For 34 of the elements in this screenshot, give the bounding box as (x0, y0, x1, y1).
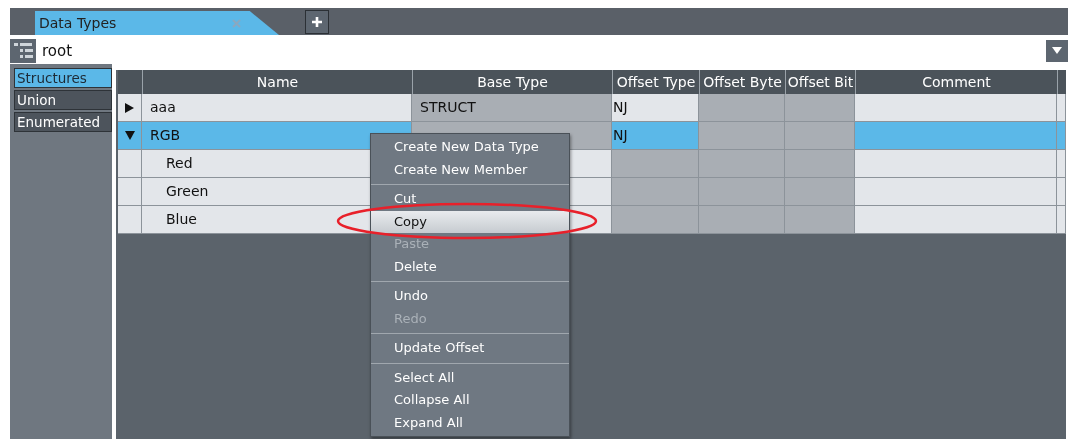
row-header-cell[interactable] (118, 150, 142, 178)
expand-arrow-icon[interactable] (125, 102, 134, 113)
plus-icon (311, 16, 323, 28)
menu-item[interactable]: Undo (371, 285, 569, 308)
path-value: root (42, 41, 74, 60)
table-cell (1057, 150, 1066, 178)
table-cell (1057, 122, 1066, 150)
caret-icon (1052, 47, 1062, 54)
menu-item[interactable]: Delete (371, 255, 569, 278)
menu-item[interactable]: Select All (371, 366, 569, 389)
menu-item[interactable]: Update Offset (371, 337, 569, 360)
table-cell: NJ (612, 94, 699, 122)
table-cell: NJ (612, 122, 699, 150)
table-cell (1057, 178, 1066, 206)
dropdown-button[interactable] (1046, 39, 1068, 62)
category-tab[interactable]: Structures (14, 68, 112, 88)
path-field[interactable]: root (10, 37, 1068, 64)
menu-item[interactable]: Copy (371, 210, 569, 233)
table-cell (1057, 94, 1066, 122)
row-header-cell[interactable] (118, 206, 142, 234)
table-cell: aaa (142, 94, 412, 122)
document-tab[interactable]: Data Types (35, 11, 279, 35)
menu-item[interactable]: Collapse All (371, 389, 569, 412)
category-tab[interactable]: Union (14, 90, 112, 110)
table-cell (1057, 206, 1066, 234)
row-header-cell[interactable] (118, 94, 142, 122)
row-header-cell[interactable] (118, 122, 142, 150)
menu-item[interactable]: Expand All (371, 411, 569, 434)
category-tab[interactable]: Enumerated (14, 112, 112, 132)
collapse-arrow-icon[interactable] (124, 131, 135, 140)
table-cell: STRUCT (412, 94, 612, 122)
tree-icon[interactable] (10, 38, 36, 63)
add-tab-button[interactable] (305, 10, 329, 34)
row-header-cell[interactable] (118, 178, 142, 206)
